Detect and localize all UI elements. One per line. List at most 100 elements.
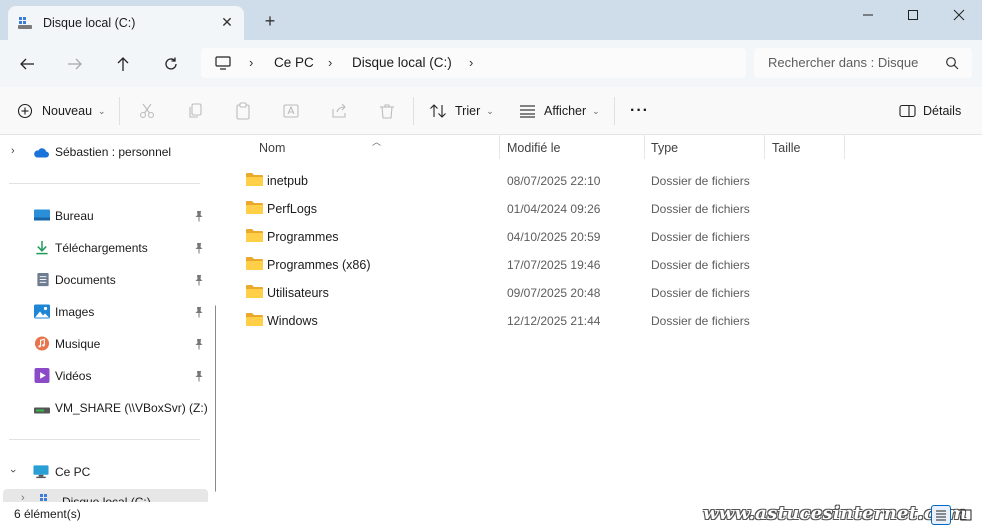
file-list: ︿ Nom Modifié le Type Taille inetpub 08/… <box>226 135 982 502</box>
column-divider[interactable] <box>499 135 500 159</box>
column-divider[interactable] <box>644 135 645 159</box>
close-tab-icon[interactable]: ✕ <box>219 14 235 30</box>
file-name: PerfLogs <box>267 202 318 216</box>
arrow-right-icon <box>68 58 82 70</box>
back-button[interactable] <box>16 53 38 75</box>
sidebar-item-images[interactable]: Images <box>0 297 216 325</box>
chevron-down-icon[interactable]: › <box>7 469 19 473</box>
share-icon[interactable] <box>330 102 348 120</box>
sidebar-item-onedrive[interactable]: › Sébastien : personnel <box>0 137 216 165</box>
pin-icon[interactable] <box>194 274 204 286</box>
tab-title: Disque local (C:) <box>43 16 136 30</box>
downloads-icon <box>36 240 48 255</box>
sidebar-item-ce-pc[interactable]: › Ce PC <box>0 457 216 485</box>
maximize-icon <box>908 10 918 20</box>
file-row[interactable]: Programmes 04/10/2025 20:59 Dossier de f… <box>242 221 962 249</box>
chevron-right-icon: › <box>249 55 254 70</box>
sidebar-item-label: Ce PC <box>55 465 91 479</box>
maximize-button[interactable] <box>903 6 923 24</box>
column-header-type[interactable]: Type <box>651 141 678 161</box>
folder-icon <box>246 229 263 242</box>
new-tab-button[interactable]: + <box>262 12 278 30</box>
sidebar-item-label: Bureau <box>55 209 94 223</box>
close-window-button[interactable] <box>949 6 969 24</box>
close-icon <box>953 9 965 21</box>
chevron-down-icon: ⌄ <box>592 105 600 116</box>
address-bar-row: › Ce PC › Disque local (C:) › Rechercher… <box>0 40 982 87</box>
computer-icon <box>33 465 49 479</box>
pin-icon[interactable] <box>194 338 204 350</box>
tiles-view-icon <box>960 509 972 521</box>
pin-icon[interactable] <box>194 242 204 254</box>
sort-button[interactable]: Trier ⌄ <box>429 101 494 121</box>
new-button[interactable]: Nouveau ⌄ <box>17 101 106 121</box>
sidebar-divider <box>9 439 200 440</box>
view-button[interactable]: Afficher ⌄ <box>519 101 600 121</box>
pin-icon[interactable] <box>194 210 204 222</box>
desktop-icon <box>34 209 50 221</box>
cut-icon[interactable] <box>138 102 156 120</box>
column-header-name[interactable]: Nom <box>259 141 285 161</box>
drive-icon <box>18 17 32 29</box>
file-type: Dossier de fichiers <box>651 202 750 216</box>
file-modified: 08/07/2025 22:10 <box>507 174 601 188</box>
file-modified: 12/12/2025 21:44 <box>507 314 601 328</box>
file-name: Utilisateurs <box>267 286 329 300</box>
column-divider[interactable] <box>764 135 765 159</box>
sidebar-scrollbar[interactable] <box>215 305 216 492</box>
minimize-icon <box>863 14 873 16</box>
refresh-button[interactable] <box>160 53 182 75</box>
sidebar-item-label: Vidéos <box>55 369 92 383</box>
item-count: 6 élément(s) <box>14 507 81 521</box>
breadcrumb-ce-pc[interactable]: Ce PC <box>274 55 314 70</box>
forward-button[interactable] <box>64 53 86 75</box>
computer-icon <box>215 56 231 70</box>
more-options-button[interactable]: ··· <box>630 101 649 121</box>
file-row[interactable]: PerfLogs 01/04/2024 09:26 Dossier de fic… <box>242 193 962 221</box>
sort-label: Trier <box>455 104 481 118</box>
tab-disque-local[interactable]: Disque local (C:) ✕ <box>8 6 244 40</box>
delete-icon[interactable] <box>378 102 396 120</box>
copy-icon[interactable] <box>187 102 205 120</box>
sidebar-item-label: Téléchargements <box>55 241 148 255</box>
file-row[interactable]: Programmes (x86) 17/07/2025 19:46 Dossie… <box>242 249 962 277</box>
view-label: Afficher <box>544 104 587 118</box>
file-modified: 04/10/2025 20:59 <box>507 230 601 244</box>
breadcrumb-disque-local[interactable]: Disque local (C:) <box>352 55 452 70</box>
address-bar[interactable]: › Ce PC › Disque local (C:) › <box>201 48 746 78</box>
file-row[interactable]: Utilisateurs 09/07/2025 20:48 Dossier de… <box>242 277 962 305</box>
file-modified: 17/07/2025 19:46 <box>507 258 601 272</box>
folder-icon <box>246 201 263 214</box>
new-label: Nouveau <box>42 104 93 118</box>
file-modified: 01/04/2024 09:26 <box>507 202 601 216</box>
minimize-button[interactable] <box>858 6 878 24</box>
sidebar-item-musique[interactable]: Musique <box>0 329 216 357</box>
documents-icon <box>37 272 49 287</box>
column-header-size[interactable]: Taille <box>772 141 801 161</box>
rename-icon[interactable] <box>282 102 300 120</box>
column-header-modified[interactable]: Modifié le <box>507 141 561 161</box>
pin-icon[interactable] <box>194 306 204 318</box>
file-row[interactable]: inetpub 08/07/2025 22:10 Dossier de fich… <box>242 165 962 193</box>
up-button[interactable] <box>112 53 134 75</box>
command-bar: Nouveau ⌄ Trier ⌄ Afficher ⌄ ··· Détails <box>0 87 982 135</box>
folder-icon <box>246 257 263 270</box>
pin-icon[interactable] <box>194 370 204 382</box>
details-view-button[interactable] <box>931 505 951 525</box>
tiles-view-button[interactable] <box>956 505 976 525</box>
file-name: Windows <box>267 314 318 328</box>
sidebar-item-vm-share[interactable]: VM_SHARE (\\VBoxSvr) (Z:) <box>0 393 216 421</box>
details-pane-button[interactable]: Détails <box>899 101 961 121</box>
column-divider[interactable] <box>844 135 845 159</box>
onedrive-cloud-icon <box>34 148 49 158</box>
file-row[interactable]: Windows 12/12/2025 21:44 Dossier de fich… <box>242 305 962 333</box>
sidebar-item-telechargements[interactable]: Téléchargements <box>0 233 216 261</box>
search-input[interactable]: Rechercher dans : Disque <box>754 48 972 78</box>
sidebar-item-videos[interactable]: Vidéos <box>0 361 216 389</box>
chevron-right-icon[interactable]: › <box>469 55 473 70</box>
paste-icon[interactable] <box>234 102 252 120</box>
sidebar-item-bureau[interactable]: Bureau <box>0 201 216 229</box>
sidebar-item-documents[interactable]: Documents <box>0 265 216 293</box>
chevron-right-icon[interactable]: › <box>11 145 15 157</box>
file-type: Dossier de fichiers <box>651 258 750 272</box>
